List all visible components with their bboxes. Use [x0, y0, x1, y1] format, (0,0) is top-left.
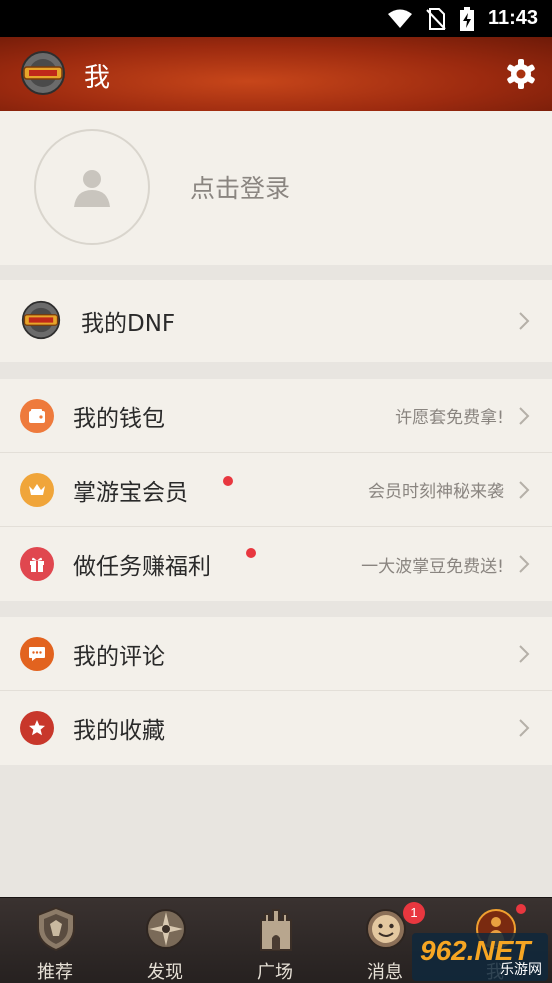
- tasks-row[interactable]: 做任务赚福利 一大波掌豆免费送!: [0, 527, 552, 601]
- login-link[interactable]: 点击登录: [190, 169, 290, 205]
- comment-icon: [20, 636, 54, 671]
- gift-icon: [20, 547, 54, 581]
- vip-promo: 会员时刻神秘来袭: [368, 482, 504, 502]
- chevron-right-icon: [519, 645, 530, 663]
- status-bar: 11:43: [0, 0, 552, 37]
- gear-icon[interactable]: [506, 59, 536, 89]
- compass-icon: [146, 909, 186, 949]
- benefits-section: 我的钱包 许愿套免费拿! 掌游宝会员 会员时刻神秘来袭 做任务赚福利 一大波掌豆…: [0, 379, 552, 601]
- battery-charging-icon: [459, 6, 474, 31]
- me-notification-dot: [516, 904, 526, 914]
- messages-badge: 1: [403, 902, 425, 924]
- wallet-label: 我的钱包: [73, 405, 165, 432]
- wallet-promo: 许愿套免费拿!: [395, 408, 504, 428]
- tab-label: 推荐: [37, 962, 73, 983]
- castle-icon: [260, 909, 292, 951]
- tab-recommend[interactable]: 推荐: [0, 898, 110, 983]
- chevron-right-icon: [519, 312, 530, 330]
- smiley-icon: [366, 909, 406, 949]
- app-header: 我: [0, 37, 552, 111]
- crown-icon: [20, 472, 54, 507]
- star-icon: [20, 711, 54, 745]
- dnf-section: 我的DNF: [0, 280, 552, 362]
- user-silhouette-icon: [74, 170, 110, 207]
- tab-discover[interactable]: 发现: [110, 898, 220, 983]
- chevron-right-icon: [519, 407, 530, 425]
- app-logo-icon[interactable]: [20, 50, 66, 96]
- profile-card[interactable]: 点击登录: [0, 111, 552, 265]
- tasks-label: 做任务赚福利: [73, 554, 211, 580]
- comments-label: 我的评论: [73, 643, 165, 670]
- chevron-right-icon: [519, 555, 530, 573]
- watermark-sub: 乐游网: [500, 962, 542, 978]
- vip-notification-dot: [223, 476, 233, 486]
- comments-row[interactable]: 我的评论: [0, 617, 552, 691]
- wifi-icon: [387, 9, 412, 28]
- tasks-promo: 一大波掌豆免费送!: [361, 556, 504, 577]
- favorites-row[interactable]: 我的收藏: [0, 691, 552, 765]
- my-dnf-label: 我的DNF: [81, 311, 176, 337]
- no-sim-icon: [426, 7, 446, 30]
- wallet-icon: [20, 398, 54, 433]
- shield-icon: [37, 906, 75, 952]
- activity-section: 我的评论 我的收藏: [0, 617, 552, 765]
- vip-row[interactable]: 掌游宝会员 会员时刻神秘来袭: [0, 453, 552, 527]
- status-time: 11:43: [487, 7, 538, 29]
- my-dnf-row[interactable]: 我的DNF: [0, 280, 552, 362]
- page-title: 我: [84, 63, 111, 93]
- dnf-logo-icon: [21, 300, 61, 340]
- tasks-notification-dot: [246, 548, 256, 558]
- tab-square[interactable]: 广场: [220, 898, 330, 983]
- watermark: 962.NET 乐游网: [412, 933, 548, 981]
- wallet-row[interactable]: 我的钱包 许愿套免费拿!: [0, 379, 552, 453]
- vip-label: 掌游宝会员: [73, 479, 188, 506]
- avatar[interactable]: [34, 129, 150, 245]
- favorites-label: 我的收藏: [73, 718, 165, 744]
- tab-label: 广场: [257, 962, 293, 983]
- chevron-right-icon: [519, 719, 530, 737]
- chevron-right-icon: [519, 481, 530, 499]
- tab-label: 发现: [147, 962, 183, 983]
